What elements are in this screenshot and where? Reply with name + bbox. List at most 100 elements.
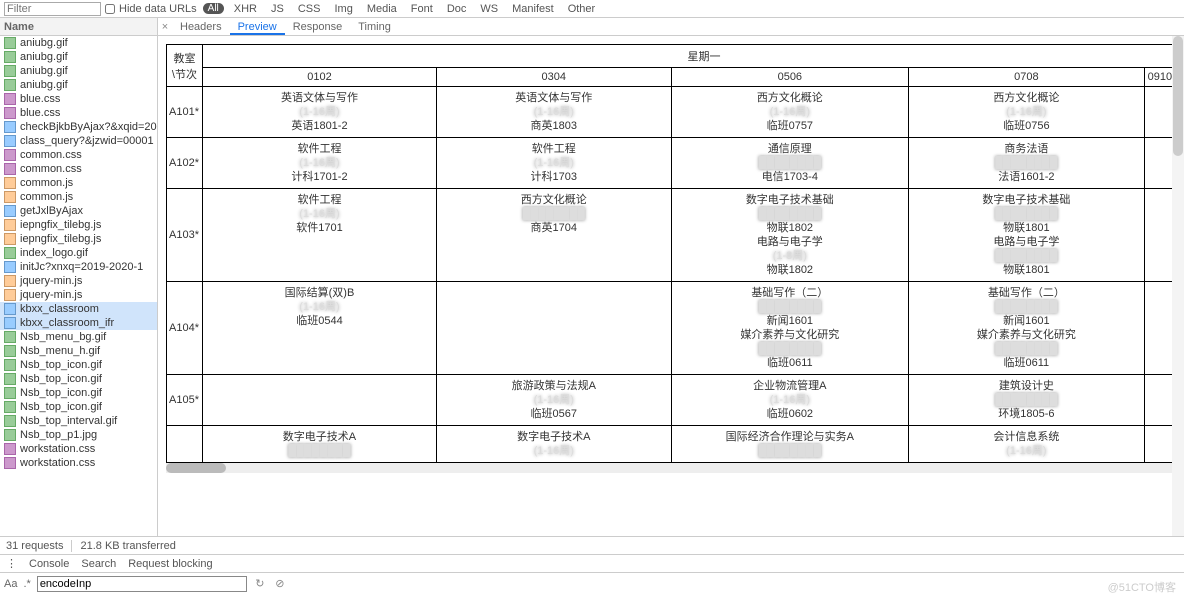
type-tag-js[interactable]: JS — [267, 3, 288, 15]
request-item[interactable]: iepngfix_tilebg.js — [0, 232, 157, 246]
type-tag-font[interactable]: Font — [407, 3, 437, 15]
close-preview-icon[interactable]: × — [158, 21, 172, 33]
request-item[interactable]: aniubg.gif — [0, 78, 157, 92]
tab-response[interactable]: Response — [285, 18, 351, 35]
schedule-cell: 国际经济合作理论与实务A████████ — [671, 426, 909, 463]
cell-line: 临班0756 — [911, 119, 1142, 133]
drawer-console[interactable]: Console — [29, 558, 69, 570]
main-area: aniubg.gifaniubg.gifaniubg.gifaniubg.gif… — [0, 36, 1184, 536]
request-item[interactable]: Nsb_menu_h.gif — [0, 344, 157, 358]
cell-line: 新闻1601 — [674, 314, 907, 328]
request-item[interactable]: class_query?&jzwid=00001 — [0, 134, 157, 148]
request-item[interactable]: Nsb_top_icon.gif — [0, 372, 157, 386]
v-scroll-thumb[interactable] — [1173, 36, 1183, 156]
file-name: class_query?&jzwid=00001 — [20, 135, 154, 147]
horizontal-scrollbar[interactable] — [166, 463, 1176, 473]
file-name: jquery-min.js — [20, 289, 82, 301]
request-item[interactable]: jquery-min.js — [0, 274, 157, 288]
file-name: aniubg.gif — [20, 37, 68, 49]
cell-line: 西方文化概论 — [911, 91, 1142, 105]
tab-preview[interactable]: Preview — [230, 18, 285, 35]
cell-line: 建筑设计史 — [911, 379, 1142, 393]
request-item[interactable]: initJc?xnxq=2019-2020-1 — [0, 260, 157, 274]
type-tag-ws[interactable]: WS — [476, 3, 502, 15]
type-tag-xhr[interactable]: XHR — [230, 3, 261, 15]
file-name: iepngfix_tilebg.js — [20, 219, 101, 231]
request-item[interactable]: iepngfix_tilebg.js — [0, 218, 157, 232]
hide-data-urls-checkbox[interactable] — [105, 4, 115, 14]
request-item[interactable]: workstation.css — [0, 456, 157, 470]
cell-line: 临班0757 — [674, 119, 907, 133]
regex-toggle[interactable]: .* — [23, 578, 30, 590]
cell-line: (1-16周) — [205, 300, 434, 314]
file-name: initJc?xnxq=2019-2020-1 — [20, 261, 143, 273]
request-item[interactable]: Nsb_top_icon.gif — [0, 400, 157, 414]
drawer-request-blocking[interactable]: Request blocking — [128, 558, 212, 570]
type-tag-img[interactable]: Img — [330, 3, 356, 15]
request-item[interactable]: common.js — [0, 176, 157, 190]
request-item[interactable]: kbxx_classroom — [0, 302, 157, 316]
request-item[interactable]: common.css — [0, 148, 157, 162]
file-icon — [4, 331, 16, 343]
cell-line: 电路与电子学 — [911, 235, 1142, 249]
vertical-scrollbar[interactable] — [1172, 36, 1184, 536]
cell-line: 媒介素养与文化研究 — [911, 328, 1142, 342]
cell-line: (1-8周) — [674, 249, 907, 263]
case-toggle[interactable]: Aa — [4, 578, 17, 590]
request-item[interactable]: aniubg.gif — [0, 36, 157, 50]
type-tag-manifest[interactable]: Manifest — [508, 3, 558, 15]
cell-line: 物联1801 — [911, 221, 1142, 235]
type-tag-media[interactable]: Media — [363, 3, 401, 15]
drawer-menu-icon[interactable]: ⋮ — [6, 557, 17, 570]
request-item[interactable]: Nsb_top_icon.gif — [0, 358, 157, 372]
cell-line: 国际结算(双)B — [205, 286, 434, 300]
type-tag-css[interactable]: CSS — [294, 3, 325, 15]
request-item[interactable]: Nsb_top_interval.gif — [0, 414, 157, 428]
type-tag-doc[interactable]: Doc — [443, 3, 471, 15]
request-list[interactable]: aniubg.gifaniubg.gifaniubg.gifaniubg.gif… — [0, 36, 158, 536]
request-item[interactable]: aniubg.gif — [0, 50, 157, 64]
schedule-cell: 西方文化概论(1-16周)临班0757 — [671, 87, 909, 138]
type-tag-all[interactable]: All — [203, 3, 224, 14]
search-bar: Aa .* ↻ ⊘ @51CTO博客 — [0, 572, 1184, 594]
request-item[interactable]: blue.css — [0, 106, 157, 120]
cell-line: 物联1801 — [911, 263, 1142, 277]
preview-content[interactable]: 教室\节次 星期一 0102 0304 0506 0708 0910 1112 … — [158, 36, 1184, 536]
request-item[interactable]: aniubg.gif — [0, 64, 157, 78]
drawer-search[interactable]: Search — [81, 558, 116, 570]
cell-line: 商英1704 — [439, 221, 669, 235]
cell-line: 新闻1601 — [911, 314, 1142, 328]
cell-line: 临班0611 — [911, 356, 1142, 370]
cell-line: 媒介素养与文化研究 — [674, 328, 907, 342]
cell-line: 西方文化概论 — [674, 91, 907, 105]
request-item[interactable]: common.css — [0, 162, 157, 176]
request-item[interactable]: Nsb_top_p1.jpg — [0, 428, 157, 442]
filter-input[interactable] — [4, 2, 101, 16]
cell-line: 软件工程 — [439, 142, 669, 156]
cell-line: ████████ — [674, 342, 907, 356]
request-item[interactable]: index_logo.gif — [0, 246, 157, 260]
type-tag-other[interactable]: Other — [564, 3, 600, 15]
scroll-thumb[interactable] — [166, 463, 226, 473]
request-item[interactable]: Nsb_top_icon.gif — [0, 386, 157, 400]
request-item[interactable]: workstation.css — [0, 442, 157, 456]
clear-icon[interactable]: ⊘ — [273, 577, 287, 591]
schedule-cell: 基础写作（二）████████新闻1601媒介素养与文化研究████████临班… — [909, 282, 1145, 375]
request-item[interactable]: kbxx_classroom_ifr — [0, 316, 157, 330]
request-item[interactable]: getJxlByAjax — [0, 204, 157, 218]
tab-timing[interactable]: Timing — [350, 18, 399, 35]
schedule-cell — [1144, 189, 1175, 282]
table-row: 数字电子技术A████████数字电子技术A(1-16周)国际经济合作理论与实务… — [167, 426, 1184, 463]
request-item[interactable]: jquery-min.js — [0, 288, 157, 302]
request-item[interactable]: Nsb_menu_bg.gif — [0, 330, 157, 344]
room-cell: A102* — [167, 138, 203, 189]
refresh-icon[interactable]: ↻ — [253, 577, 267, 591]
request-item[interactable]: common.js — [0, 190, 157, 204]
side-header: Name — [0, 18, 158, 35]
request-item[interactable]: blue.css — [0, 92, 157, 106]
search-input[interactable] — [37, 576, 247, 592]
file-icon — [4, 135, 16, 147]
tab-headers[interactable]: Headers — [172, 18, 230, 35]
schedule-cell: 西方文化概论(1-16周)临班0756 — [909, 87, 1145, 138]
request-item[interactable]: checkBjkbByAjax?&xqid=20... — [0, 120, 157, 134]
